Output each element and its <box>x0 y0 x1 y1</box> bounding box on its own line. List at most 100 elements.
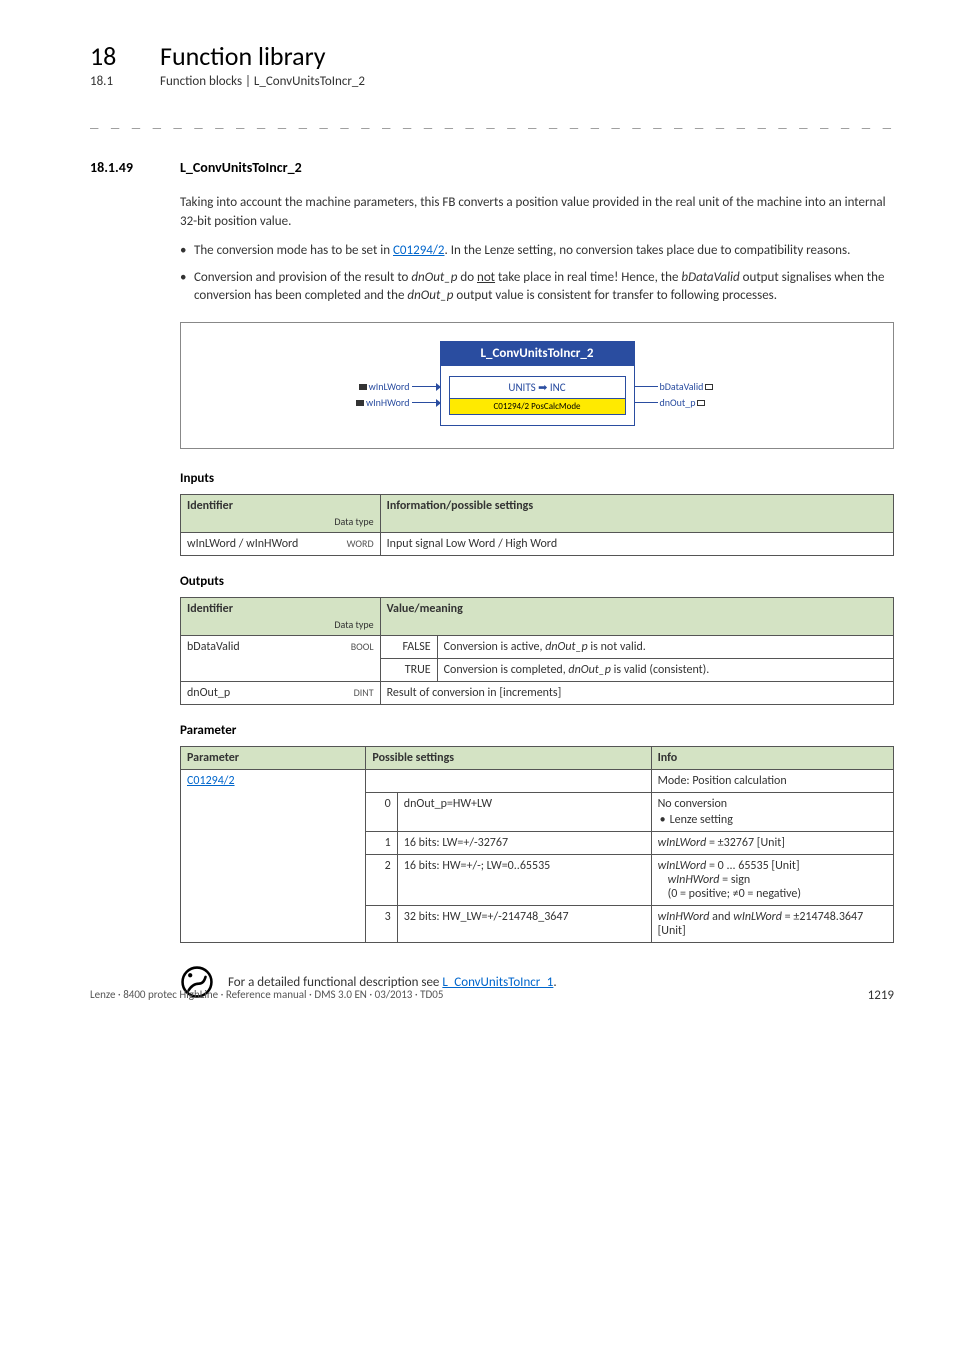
table-header-row: Parameter Possible settings Info <box>181 747 894 770</box>
header-label: Identifier <box>187 602 233 616</box>
identifier: dnOut_p <box>411 270 457 285</box>
text: (0 = positive; ≠0 = negative) <box>658 887 801 901</box>
port-line-icon <box>634 386 658 387</box>
port-box-icon <box>359 384 367 390</box>
opt-num: 2 <box>366 855 397 906</box>
identifier: wInLWord <box>733 910 782 924</box>
fb-inner-label: UNITS ➡ INC <box>450 377 625 398</box>
opt-num: 1 <box>366 832 397 855</box>
identifier-cell: dnOut_p DINT <box>181 682 381 705</box>
opt-num: 0 <box>366 793 397 832</box>
col-value: Value/meaning <box>380 598 893 636</box>
page-number: 1219 <box>868 988 894 1003</box>
port-box-icon <box>356 400 364 406</box>
datatype-label: Data type <box>187 618 374 631</box>
port-line-icon <box>412 386 436 387</box>
text: = sign <box>719 873 750 887</box>
table-row: C01294/2 Mode: Position calculation <box>181 770 894 793</box>
arrow-icon <box>436 383 441 391</box>
text: = ±32767 [Unit] <box>706 836 785 850</box>
outputs-table: Identifier Data type Value/meaning bData… <box>180 597 894 705</box>
identifier-text: bDataValid <box>187 640 240 654</box>
port-label: wInHWord <box>364 396 412 409</box>
col-identifier: Identifier Data type <box>181 598 381 636</box>
section-title: L_ConvUnitsToIncr_2 <box>180 159 302 176</box>
inputs-table: Identifier Data type Information/possibl… <box>180 494 894 556</box>
opt-text: 16 bits: LW=+/-32767 <box>397 832 651 855</box>
identifier: wInLWord <box>658 859 707 873</box>
opt-text: 16 bits: HW=+/-; LW=0..65535 <box>397 855 651 906</box>
subheader-number: 18.1 <box>90 74 160 89</box>
identifier-cell: wInLWord / wInHWord WORD <box>181 533 381 556</box>
identifier: wInHWord <box>668 873 720 887</box>
value-meaning: Conversion is active, dnOut_p is not val… <box>437 636 893 659</box>
port-label: wInLWord <box>367 380 412 393</box>
footer-text: Lenze · 8400 protec HighLine · Reference… <box>90 988 443 1003</box>
sub-bullet-item: Lenze setting <box>658 813 887 827</box>
identifier-cell: bDataValid BOOL <box>181 636 381 682</box>
opt-num: 3 <box>366 906 397 943</box>
text: is not valid. <box>588 640 646 654</box>
text: PosCalcMode <box>529 401 580 412</box>
output-port: bDataValid <box>634 380 714 393</box>
info-cell: wInHWord and wInLWord = ±214748.3647 [Un… <box>651 906 893 943</box>
fb-inner-sublabel: C01294/2 PosCalcMode <box>450 398 625 414</box>
identifier: wInHWord <box>658 910 710 924</box>
text: Conversion and provision of the result t… <box>194 270 411 285</box>
info-cell: Result of conversion in [increments] <box>380 682 893 705</box>
input-port: wInHWord <box>356 396 441 409</box>
parameter-heading: Parameter <box>180 723 894 738</box>
content: Taking into account the machine paramete… <box>180 194 894 999</box>
subheader: 18.1 Function blocks | L_ConvUnitsToIncr… <box>90 74 894 89</box>
fb-box: L_ConvUnitsToIncr_2 wInLWord wInHWord <box>377 341 697 426</box>
info-cell: No conversion Lenze setting <box>651 793 893 832</box>
input-port: wInLWord <box>359 380 441 393</box>
text: Conversion is completed, <box>444 663 569 677</box>
identifier: bDataValid <box>681 270 739 285</box>
fb-body: wInLWord wInHWord bDataValid <box>440 366 635 426</box>
inputs-heading: Inputs <box>180 471 894 486</box>
port-line-icon <box>412 402 436 403</box>
opt-text: dnOut_p=HW+LW <box>397 793 651 832</box>
table-row: bDataValid BOOL FALSE Conversion is acti… <box>181 636 894 659</box>
identifier: dnOut_p <box>545 640 588 654</box>
page-header: 18 Function library <box>90 40 894 72</box>
fb-inner-box: UNITS ➡ INC C01294/2 PosCalcMode <box>449 376 626 415</box>
section-heading: 18.1.49 L_ConvUnitsToIncr_2 <box>90 159 894 176</box>
empty-cell <box>366 770 651 793</box>
text: Conversion is active, <box>444 640 546 654</box>
text: output value is consistent for transfer … <box>453 288 777 303</box>
col-identifier: Identifier Data type <box>181 495 381 533</box>
parameter-cell: C01294/2 <box>181 770 366 943</box>
code-label: C01294/2 <box>493 401 529 412</box>
datatype-label: Data type <box>187 515 374 528</box>
bullet-item: The conversion mode has to be set in C01… <box>180 242 894 261</box>
code-link[interactable]: C01294/2 <box>393 243 445 258</box>
subheader-title: Function blocks | L_ConvUnitsToIncr_2 <box>160 74 365 89</box>
port-box-icon <box>705 384 713 390</box>
opt-text: 32 bits: HW_LW=+/-214748_3647 <box>397 906 651 943</box>
datatype: WORD <box>347 537 374 550</box>
text: The conversion mode has to be set in <box>194 243 393 258</box>
info-cell: wInLWord = 0 ... 65535 [Unit] wInHWord =… <box>651 855 893 906</box>
table-row: dnOut_p DINT Result of conversion in [in… <box>181 682 894 705</box>
bullet-item: Conversion and provision of the result t… <box>180 269 894 307</box>
text: = 0 ... 65535 [Unit] <box>706 859 799 873</box>
identifier: wInLWord <box>658 836 707 850</box>
code-link[interactable]: C01294/2 <box>187 774 235 788</box>
divider: _ _ _ _ _ _ _ _ _ _ _ _ _ _ _ _ _ _ _ _ … <box>90 113 894 129</box>
text: do <box>457 270 477 285</box>
datatype: BOOL <box>351 640 374 653</box>
port-label: dnOut_p <box>658 396 698 409</box>
table-header-row: Identifier Data type Information/possibl… <box>181 495 894 533</box>
section-number: 18.1.49 <box>90 159 180 176</box>
text: and <box>709 910 733 924</box>
identifier-text: dnOut_p <box>187 686 230 700</box>
chapter-number: 18 <box>90 40 160 72</box>
info-cell: Mode: Position calculation <box>651 770 893 793</box>
table-header-row: Identifier Data type Value/meaning <box>181 598 894 636</box>
chapter-title: Function library <box>160 40 326 72</box>
parameter-table: Parameter Possible settings Info C01294/… <box>180 746 894 943</box>
info-cell: Input signal Low Word / High Word <box>380 533 893 556</box>
port-line-icon <box>634 402 658 403</box>
